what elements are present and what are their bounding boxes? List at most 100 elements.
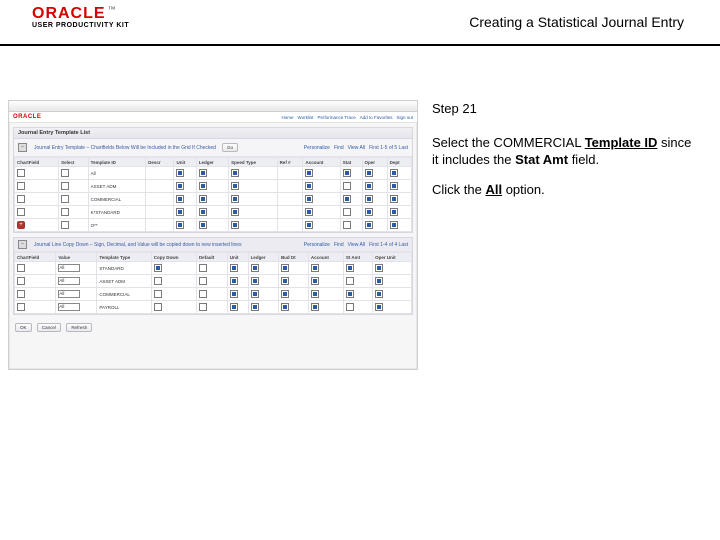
checkbox[interactable] — [343, 169, 351, 177]
nav-perf-trace[interactable]: Performance Trace — [317, 115, 355, 120]
checkbox[interactable] — [305, 208, 313, 216]
checkbox[interactable] — [281, 290, 289, 298]
checkbox[interactable] — [17, 303, 25, 311]
checkbox[interactable] — [375, 290, 383, 298]
checkbox[interactable] — [365, 169, 373, 177]
checkbox[interactable] — [311, 264, 319, 272]
checkbox[interactable] — [61, 208, 69, 216]
checkbox[interactable] — [390, 182, 398, 190]
nav-home[interactable]: Home — [282, 115, 294, 120]
checkbox[interactable] — [375, 264, 383, 272]
checkbox[interactable] — [311, 290, 319, 298]
checkbox[interactable] — [176, 208, 184, 216]
collapse-icon[interactable]: – — [18, 143, 27, 152]
checkbox[interactable] — [305, 169, 313, 177]
checkbox[interactable] — [231, 182, 239, 190]
checkbox[interactable] — [281, 277, 289, 285]
checkbox[interactable] — [305, 182, 313, 190]
checkbox[interactable] — [343, 221, 351, 229]
checkbox[interactable] — [281, 264, 289, 272]
nav-signout[interactable]: Sign out — [396, 115, 413, 120]
checkbox[interactable] — [176, 182, 184, 190]
checkbox[interactable] — [176, 169, 184, 177]
checkbox[interactable] — [390, 208, 398, 216]
checkbox[interactable] — [365, 208, 373, 216]
checkbox[interactable] — [343, 195, 351, 203]
checkbox[interactable] — [61, 182, 69, 190]
value-select[interactable]: All — [58, 277, 80, 285]
value-select[interactable]: All — [58, 303, 80, 311]
checkbox[interactable] — [176, 195, 184, 203]
checkbox[interactable] — [365, 182, 373, 190]
checkbox[interactable] — [61, 169, 69, 177]
checkbox[interactable] — [199, 182, 207, 190]
checkbox[interactable] — [199, 290, 207, 298]
checkbox[interactable] — [61, 195, 69, 203]
nav-worklist[interactable]: Worklist — [298, 115, 314, 120]
checkbox[interactable] — [231, 221, 239, 229]
checkbox[interactable] — [251, 290, 259, 298]
go-button[interactable]: Go — [222, 143, 238, 152]
checkbox[interactable] — [176, 221, 184, 229]
checkbox[interactable] — [199, 303, 207, 311]
checkbox[interactable] — [375, 277, 383, 285]
checkbox[interactable] — [311, 303, 319, 311]
checkbox[interactable] — [281, 303, 289, 311]
expand-icon[interactable]: + — [17, 221, 25, 229]
checkbox[interactable] — [346, 290, 354, 298]
checkbox[interactable] — [17, 169, 25, 177]
refresh-button[interactable]: Refresh — [66, 323, 92, 332]
checkbox[interactable] — [343, 182, 351, 190]
checkbox[interactable] — [375, 303, 383, 311]
checkbox[interactable] — [199, 169, 207, 177]
checkbox[interactable] — [199, 264, 207, 272]
checkbox[interactable] — [230, 303, 238, 311]
checkbox[interactable] — [230, 290, 238, 298]
checkbox[interactable] — [154, 303, 162, 311]
personalize-link-2[interactable]: Personalize — [304, 242, 330, 248]
checkbox[interactable] — [61, 221, 69, 229]
checkbox[interactable] — [154, 290, 162, 298]
checkbox[interactable] — [17, 277, 25, 285]
checkbox[interactable] — [311, 277, 319, 285]
checkbox[interactable] — [17, 182, 25, 190]
checkbox[interactable] — [365, 195, 373, 203]
cancel-button[interactable]: Cancel — [37, 323, 61, 332]
checkbox[interactable] — [231, 169, 239, 177]
checkbox[interactable] — [346, 277, 354, 285]
ok-button[interactable]: OK — [15, 323, 32, 332]
checkbox[interactable] — [154, 277, 162, 285]
view-all-link-2[interactable]: View All — [348, 242, 365, 248]
find-link-2[interactable]: Find — [334, 242, 344, 248]
checkbox[interactable] — [346, 303, 354, 311]
checkbox[interactable] — [17, 264, 25, 272]
checkbox[interactable] — [251, 264, 259, 272]
view-all-link[interactable]: View All — [348, 145, 365, 151]
checkbox[interactable] — [231, 208, 239, 216]
checkbox[interactable] — [199, 277, 207, 285]
checkbox[interactable] — [305, 221, 313, 229]
checkbox[interactable] — [230, 264, 238, 272]
checkbox[interactable] — [17, 195, 25, 203]
checkbox[interactable] — [199, 208, 207, 216]
nav-add-fav[interactable]: Add to Favorites — [360, 115, 393, 120]
checkbox[interactable] — [251, 303, 259, 311]
checkbox[interactable] — [390, 221, 398, 229]
checkbox[interactable] — [230, 277, 238, 285]
checkbox[interactable] — [17, 290, 25, 298]
checkbox[interactable] — [251, 277, 259, 285]
checkbox[interactable] — [154, 264, 162, 272]
checkbox[interactable] — [390, 195, 398, 203]
value-select[interactable]: All — [58, 290, 80, 298]
checkbox[interactable] — [365, 221, 373, 229]
checkbox[interactable] — [199, 221, 207, 229]
find-link[interactable]: Find — [334, 145, 344, 151]
value-select[interactable]: All — [58, 264, 80, 272]
checkbox[interactable] — [231, 195, 239, 203]
personalize-link[interactable]: Personalize — [304, 145, 330, 151]
collapse-icon[interactable]: – — [18, 240, 27, 249]
checkbox[interactable] — [343, 208, 351, 216]
checkbox[interactable] — [305, 195, 313, 203]
checkbox[interactable] — [17, 208, 25, 216]
checkbox[interactable] — [199, 195, 207, 203]
